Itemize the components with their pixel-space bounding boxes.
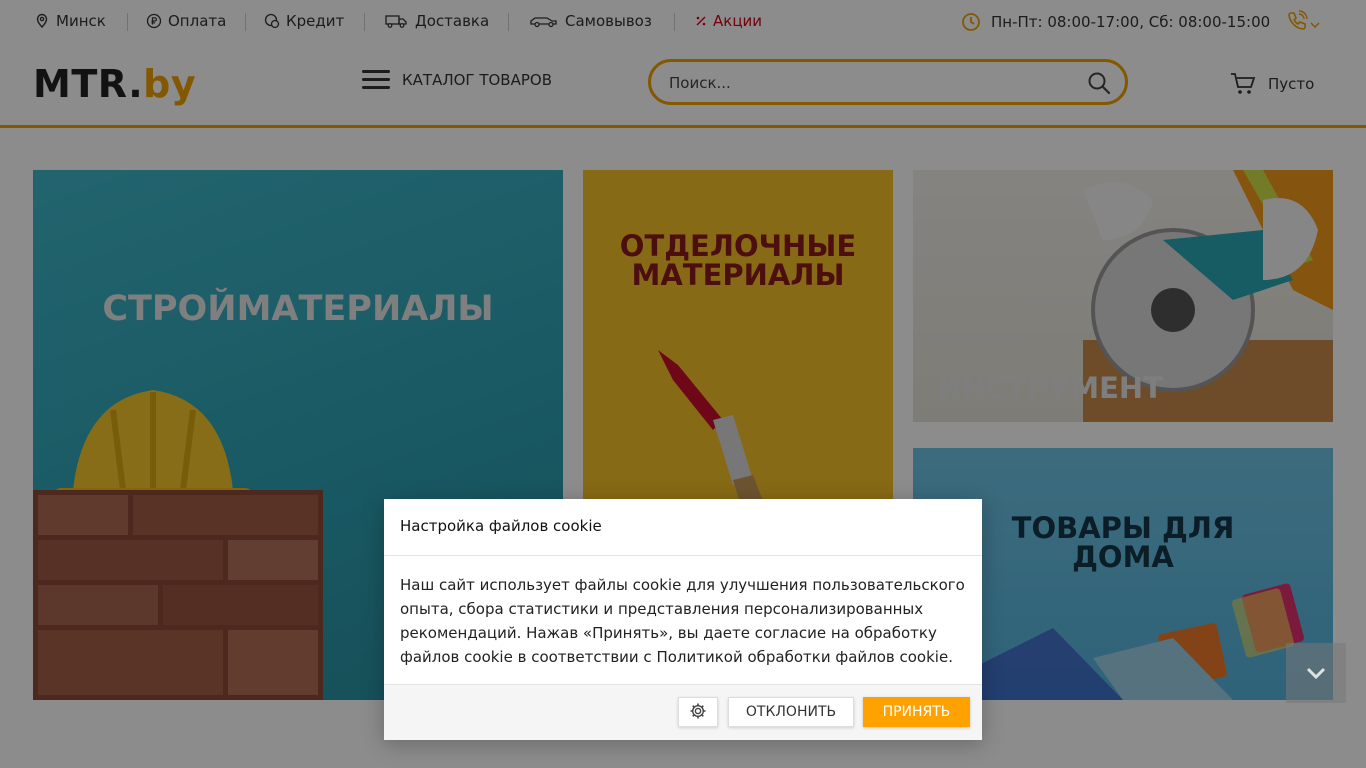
decline-button[interactable]: ОТКЛОНИТЬ xyxy=(728,697,854,727)
accept-button[interactable]: ПРИНЯТЬ xyxy=(863,697,970,727)
cookie-modal-title: Настройка файлов cookie xyxy=(384,499,982,556)
cookie-settings-button[interactable] xyxy=(678,697,718,727)
scroll-down-button[interactable] xyxy=(1286,643,1346,703)
cookie-modal-text: Наш сайт использует файлы cookie для улу… xyxy=(400,576,965,666)
chevron-down-icon xyxy=(1306,667,1326,680)
gear-icon xyxy=(690,703,706,718)
cookie-modal: Настройка файлов cookie Наш сайт использ… xyxy=(384,499,982,740)
cookie-modal-footer: ОТКЛОНИТЬ ПРИНЯТЬ xyxy=(384,684,982,740)
